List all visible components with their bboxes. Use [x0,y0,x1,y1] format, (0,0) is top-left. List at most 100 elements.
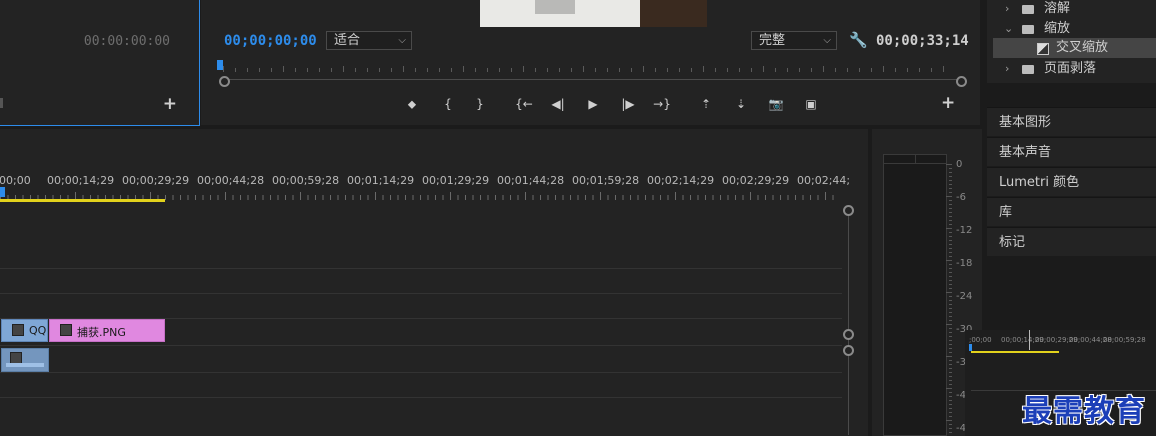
chevron-down-icon: ⌵ [398,35,406,46]
panel-tab-lumetri-color[interactable]: Lumetri 颜色 [987,167,1156,196]
ruler-label: 00;02;44; [797,174,851,187]
tree-item-page-peel[interactable]: › 页面剥落 [987,59,1156,79]
ruler-label: 00;01;14;29 [347,174,415,187]
timeline-vertical-scrollbar[interactable] [843,205,855,435]
playback-resolution-dropdown[interactable]: 完整 ⌵ [751,31,837,50]
ruler-label: 00;00 [0,174,31,187]
tree-item-label: 溶解 [1044,1,1071,16]
program-time-ruler[interactable] [223,64,961,72]
chevron-right-icon[interactable]: › [1005,0,1009,19]
mark-in-button[interactable]: { [437,95,459,113]
timeline-playhead[interactable] [0,187,5,197]
tree-item-label: 页面剥落 [1044,61,1097,76]
track-divider [0,293,842,294]
ruler-label: 00;00;29;29 [122,174,190,187]
play-button[interactable]: ▶ [582,95,604,113]
db-label: -6 [956,192,966,203]
source-timecode: 00:00:00:00 [83,34,170,49]
chevron-down-icon[interactable]: ⌄ [1004,19,1013,39]
step-forward-button[interactable]: |▶ [617,95,639,113]
source-edge-marker [0,98,3,108]
panel-tab-essential-graphics[interactable]: 基本图形 [987,107,1156,136]
watermark-logo: 最需教育 [1022,394,1146,429]
program-preview-image [480,0,707,27]
clip-label: QQ [29,324,47,337]
mark-out-button[interactable]: } [469,95,491,113]
compare-view-button[interactable]: ▣ [800,95,822,113]
tree-item-zoom[interactable]: ⌄ 缩放 [987,19,1156,39]
chevron-down-icon: ⌵ [823,35,831,46]
fit-dropdown[interactable]: 适合 ⌵ [326,31,412,50]
extract-button[interactable]: ⇣ [730,95,752,113]
folder-icon [1022,5,1034,14]
clip-label: 捕获.PNG [77,326,126,339]
scrollbar-track [227,79,959,80]
wrench-icon[interactable]: 🔧 [849,31,868,49]
timeline-panel[interactable]: 00;00 00;00;14;29 00;00;29;29 00;00;44;28 00… [0,129,868,436]
scrollbar-track [848,213,849,435]
track-divider [0,397,842,398]
panel-tab-essential-sound[interactable]: 基本声音 [987,137,1156,166]
chevron-right-icon[interactable]: › [1005,59,1009,79]
effects-panel: › 溶解 ⌄ 缩放 交叉缩放 › 页面剥落 [987,0,1156,83]
program-timecode[interactable]: 00;00;00;00 [224,33,317,49]
ruler-label: 00;00;14;29 [47,174,115,187]
tree-item-dissolve[interactable]: › 溶解 [987,0,1156,19]
step-back-button[interactable]: ◀| [547,95,569,113]
clip-fx-icon [12,324,24,336]
folder-icon [1022,65,1034,74]
track-divider [0,345,842,346]
db-label: -24 [956,291,973,302]
db-label: -18 [956,258,973,269]
db-label: 0 [956,159,963,170]
export-frame-button[interactable]: 📷 [765,95,787,113]
ruler-label: 00;01;29;29 [422,174,490,187]
clip-fx-icon [60,324,72,336]
mini-playhead [969,344,972,351]
add-marker-button[interactable]: ⬥ [401,95,423,113]
work-area-bar[interactable] [0,199,165,202]
ruler-label: 00;00;44;28 [197,174,265,187]
ruler-label: 00;01;59;28 [572,174,640,187]
mini-ruler-label: ;00;00 [969,336,992,344]
ruler-label: 00;02;14;29 [647,174,715,187]
clip-png[interactable]: 捕获.PNG [49,319,165,342]
resolution-dropdown-label: 完整 [759,33,786,48]
mini-work-area-bar [971,351,1059,353]
folder-icon [1022,25,1034,34]
source-add-button[interactable]: + [163,94,177,114]
scrollbar-top-handle[interactable] [843,205,854,216]
audio-waveform [6,363,44,367]
program-monitor-panel: 00;00;00;00 适合 ⌵ 完整 ⌵ 🔧 00;00;33;14 ⬥ {} {… [201,0,980,125]
go-to-out-button[interactable]: →} [651,95,673,113]
program-zoom-scrollbar[interactable] [219,76,967,87]
program-add-button[interactable]: + [941,93,955,113]
tree-item-label: 交叉缩放 [1056,40,1109,55]
scrollbar-lower-handle[interactable] [843,345,854,356]
tree-item-cross-zoom[interactable]: 交叉缩放 [993,38,1156,58]
go-to-in-button[interactable]: {← [513,95,535,113]
db-label: -12 [956,225,973,236]
program-playhead[interactable] [217,60,223,70]
audio-meter-bar [883,154,947,436]
clip-audio[interactable] [1,348,49,372]
audio-meter-header [883,154,947,164]
scrollbar-right-handle[interactable] [956,76,967,87]
source-monitor-panel[interactable]: 00:00:00:00 + [0,0,200,126]
meter-divider [915,155,916,163]
preview-paper-detail [535,0,575,14]
scrollbar-left-handle[interactable] [219,76,230,87]
lift-button[interactable]: ⇡ [695,95,717,113]
mini-cursor-line [1029,330,1030,350]
ruler-label: 00;00;59;28 [272,174,340,187]
transition-effect-icon [1037,43,1049,55]
track-divider [0,268,842,269]
fit-dropdown-label: 适合 [334,33,361,48]
track-divider [0,372,842,373]
ruler-label: 00;02;29;29 [722,174,790,187]
mini-ruler-label: 00;00;59;28 [1103,336,1146,344]
panel-tab-libraries[interactable]: 库 [987,197,1156,226]
panel-tab-markers[interactable]: 标记 [987,227,1156,256]
scrollbar-mid-handle[interactable] [843,329,854,340]
clip-qq[interactable]: QQ [1,319,48,342]
